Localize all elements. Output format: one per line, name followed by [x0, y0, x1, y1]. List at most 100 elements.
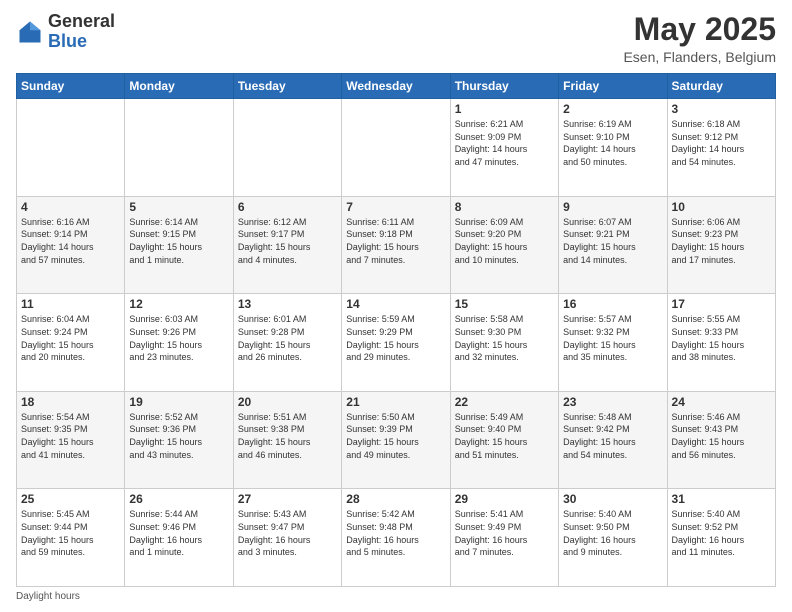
day-info: Sunrise: 6:01 AM Sunset: 9:28 PM Dayligh…: [238, 313, 337, 363]
day-info: Sunrise: 6:14 AM Sunset: 9:15 PM Dayligh…: [129, 216, 228, 266]
logo-blue-text: Blue: [48, 31, 87, 51]
day-number: 19: [129, 395, 228, 409]
day-info: Sunrise: 5:40 AM Sunset: 9:50 PM Dayligh…: [563, 508, 662, 558]
calendar-table: SundayMondayTuesdayWednesdayThursdayFrid…: [16, 73, 776, 587]
day-number: 6: [238, 200, 337, 214]
col-header-thursday: Thursday: [450, 74, 558, 99]
logo-text: General Blue: [48, 12, 115, 52]
day-info: Sunrise: 6:04 AM Sunset: 9:24 PM Dayligh…: [21, 313, 120, 363]
col-header-saturday: Saturday: [667, 74, 775, 99]
calendar-cell: 25 Sunrise: 5:45 AM Sunset: 9:44 PM Dayli…: [17, 489, 125, 587]
day-number: 26: [129, 492, 228, 506]
day-info: Sunrise: 5:41 AM Sunset: 9:49 PM Dayligh…: [455, 508, 554, 558]
calendar-cell: 10Sunrise: 6:06 AM Sunset: 9:23 PM Dayli…: [667, 196, 775, 294]
calendar-cell: 17 Sunrise: 5:55 AM Sunset: 9:33 PM Dayli…: [667, 294, 775, 392]
day-number: 21: [346, 395, 445, 409]
calendar-week-1: 1Sunrise: 6:21 AM Sunset: 9:09 PM Daylig…: [17, 99, 776, 197]
day-info: Sunrise: 5:40 AM Sunset: 9:52 PM Dayligh…: [672, 508, 771, 558]
day-info: Sunrise: 5:44 AM Sunset: 9:46 PM Dayligh…: [129, 508, 228, 558]
day-info: Sunrise: 5:42 AM Sunset: 9:48 PM Dayligh…: [346, 508, 445, 558]
calendar-cell: 24Sunrise: 5:46 AM Sunset: 9:43 PM Dayli…: [667, 391, 775, 489]
calendar-cell: 8Sunrise: 6:09 AM Sunset: 9:20 PM Daylig…: [450, 196, 558, 294]
day-number: 1: [455, 102, 554, 116]
col-header-friday: Friday: [559, 74, 667, 99]
col-header-wednesday: Wednesday: [342, 74, 450, 99]
calendar-cell: [125, 99, 233, 197]
calendar-cell: 27Sunrise: 5:43 AM Sunset: 9:47 PM Dayli…: [233, 489, 341, 587]
day-number: 3: [672, 102, 771, 116]
day-info: Sunrise: 5:45 AM Sunset: 9:44 PM Dayligh…: [21, 508, 120, 558]
calendar-week-2: 4 Sunrise: 6:16 AM Sunset: 9:14 PM Daylig…: [17, 196, 776, 294]
day-info: Sunrise: 6:16 AM Sunset: 9:14 PM Dayligh…: [21, 216, 120, 266]
calendar-cell: 2 Sunrise: 6:19 AM Sunset: 9:10 PM Daylig…: [559, 99, 667, 197]
day-info: Sunrise: 6:06 AM Sunset: 9:23 PM Dayligh…: [672, 216, 771, 266]
calendar-cell: 13 Sunrise: 6:01 AM Sunset: 9:28 PM Dayli…: [233, 294, 341, 392]
day-info: Sunrise: 6:18 AM Sunset: 9:12 PM Dayligh…: [672, 118, 771, 168]
month-title: May 2025: [623, 12, 776, 47]
calendar-cell: 9 Sunrise: 6:07 AM Sunset: 9:21 PM Daylig…: [559, 196, 667, 294]
day-number: 20: [238, 395, 337, 409]
day-info: Sunrise: 5:51 AM Sunset: 9:38 PM Dayligh…: [238, 411, 337, 461]
calendar-cell: 7Sunrise: 6:11 AM Sunset: 9:18 PM Daylig…: [342, 196, 450, 294]
day-info: Sunrise: 6:03 AM Sunset: 9:26 PM Dayligh…: [129, 313, 228, 363]
calendar-cell: 4 Sunrise: 6:16 AM Sunset: 9:14 PM Daylig…: [17, 196, 125, 294]
calendar-week-4: 18Sunrise: 5:54 AM Sunset: 9:35 PM Dayli…: [17, 391, 776, 489]
day-info: Sunrise: 5:50 AM Sunset: 9:39 PM Dayligh…: [346, 411, 445, 461]
col-header-monday: Monday: [125, 74, 233, 99]
calendar-cell: [17, 99, 125, 197]
day-number: 23: [563, 395, 662, 409]
calendar-cell: 29Sunrise: 5:41 AM Sunset: 9:49 PM Dayli…: [450, 489, 558, 587]
day-info: Sunrise: 5:57 AM Sunset: 9:32 PM Dayligh…: [563, 313, 662, 363]
day-number: 11: [21, 297, 120, 311]
calendar-cell: 23 Sunrise: 5:48 AM Sunset: 9:42 PM Dayli…: [559, 391, 667, 489]
calendar-cell: 22 Sunrise: 5:49 AM Sunset: 9:40 PM Dayli…: [450, 391, 558, 489]
day-info: Sunrise: 6:11 AM Sunset: 9:18 PM Dayligh…: [346, 216, 445, 266]
calendar-cell: 14 Sunrise: 5:59 AM Sunset: 9:29 PM Dayli…: [342, 294, 450, 392]
calendar-cell: [342, 99, 450, 197]
day-info: Sunrise: 5:43 AM Sunset: 9:47 PM Dayligh…: [238, 508, 337, 558]
day-info: Sunrise: 5:52 AM Sunset: 9:36 PM Dayligh…: [129, 411, 228, 461]
day-number: 9: [563, 200, 662, 214]
day-number: 2: [563, 102, 662, 116]
day-number: 22: [455, 395, 554, 409]
day-info: Sunrise: 6:12 AM Sunset: 9:17 PM Dayligh…: [238, 216, 337, 266]
daylight-hours-label: Daylight hours: [16, 591, 80, 602]
calendar-cell: 15 Sunrise: 5:58 AM Sunset: 9:30 PM Dayli…: [450, 294, 558, 392]
day-info: Sunrise: 5:46 AM Sunset: 9:43 PM Dayligh…: [672, 411, 771, 461]
day-info: Sunrise: 5:55 AM Sunset: 9:33 PM Dayligh…: [672, 313, 771, 363]
day-info: Sunrise: 6:19 AM Sunset: 9:10 PM Dayligh…: [563, 118, 662, 168]
day-number: 17: [672, 297, 771, 311]
calendar-cell: 3 Sunrise: 6:18 AM Sunset: 9:12 PM Daylig…: [667, 99, 775, 197]
day-number: 4: [21, 200, 120, 214]
calendar-cell: 6 Sunrise: 6:12 AM Sunset: 9:17 PM Daylig…: [233, 196, 341, 294]
day-number: 15: [455, 297, 554, 311]
footer-note: Daylight hours: [16, 591, 776, 602]
title-block: May 2025 Esen, Flanders, Belgium: [623, 12, 776, 65]
day-number: 28: [346, 492, 445, 506]
day-number: 14: [346, 297, 445, 311]
logo-general-text: General: [48, 11, 115, 31]
location: Esen, Flanders, Belgium: [623, 49, 776, 65]
calendar-cell: 30 Sunrise: 5:40 AM Sunset: 9:50 PM Dayli…: [559, 489, 667, 587]
day-number: 25: [21, 492, 120, 506]
header: General Blue May 2025 Esen, Flanders, Be…: [16, 12, 776, 65]
day-number: 16: [563, 297, 662, 311]
calendar-cell: 21 Sunrise: 5:50 AM Sunset: 9:39 PM Dayli…: [342, 391, 450, 489]
day-info: Sunrise: 6:07 AM Sunset: 9:21 PM Dayligh…: [563, 216, 662, 266]
calendar-cell: 11 Sunrise: 6:04 AM Sunset: 9:24 PM Dayli…: [17, 294, 125, 392]
day-number: 13: [238, 297, 337, 311]
day-number: 5: [129, 200, 228, 214]
calendar-cell: 28 Sunrise: 5:42 AM Sunset: 9:48 PM Dayli…: [342, 489, 450, 587]
day-number: 30: [563, 492, 662, 506]
calendar-cell: 19 Sunrise: 5:52 AM Sunset: 9:36 PM Dayli…: [125, 391, 233, 489]
day-info: Sunrise: 5:59 AM Sunset: 9:29 PM Dayligh…: [346, 313, 445, 363]
day-info: Sunrise: 5:49 AM Sunset: 9:40 PM Dayligh…: [455, 411, 554, 461]
day-info: Sunrise: 5:54 AM Sunset: 9:35 PM Dayligh…: [21, 411, 120, 461]
calendar-cell: 12Sunrise: 6:03 AM Sunset: 9:26 PM Dayli…: [125, 294, 233, 392]
day-info: Sunrise: 5:48 AM Sunset: 9:42 PM Dayligh…: [563, 411, 662, 461]
logo-icon: [16, 18, 44, 46]
calendar-cell: 16 Sunrise: 5:57 AM Sunset: 9:32 PM Dayli…: [559, 294, 667, 392]
calendar-cell: 26 Sunrise: 5:44 AM Sunset: 9:46 PM Dayli…: [125, 489, 233, 587]
calendar-cell: 18Sunrise: 5:54 AM Sunset: 9:35 PM Dayli…: [17, 391, 125, 489]
day-info: Sunrise: 5:58 AM Sunset: 9:30 PM Dayligh…: [455, 313, 554, 363]
